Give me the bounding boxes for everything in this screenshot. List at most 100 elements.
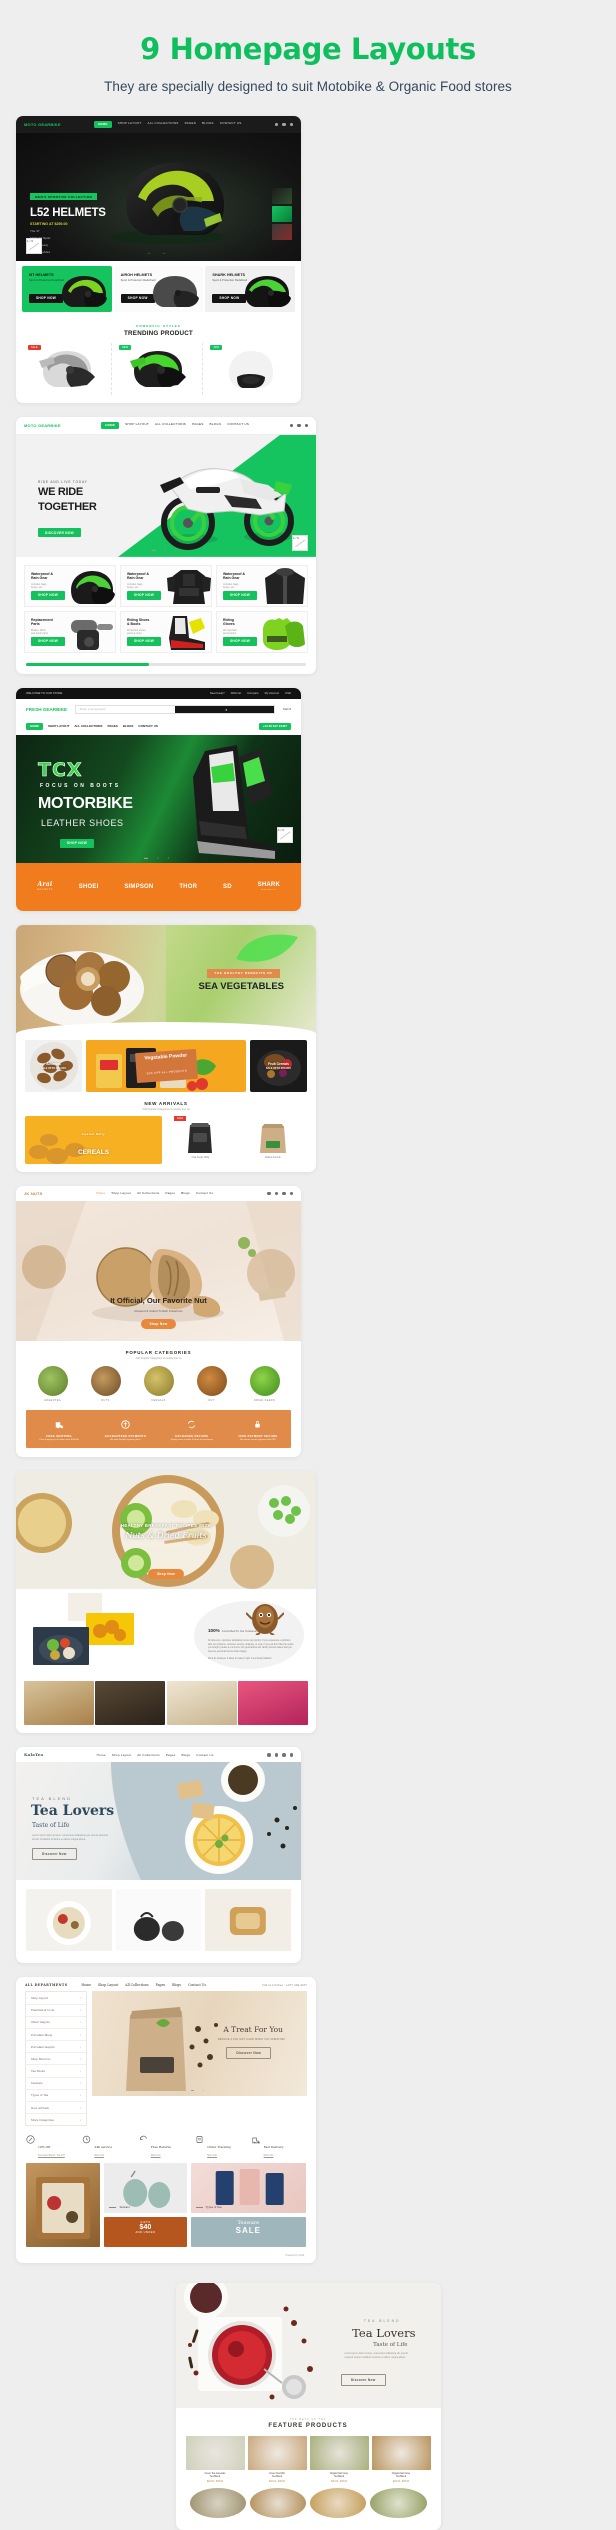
- nav-item-pages[interactable]: Pages: [156, 1983, 165, 1987]
- category-item[interactable]: GREENTEA: [28, 1365, 77, 1402]
- thumbnail-2[interactable]: [272, 205, 292, 222]
- tile-teaware[interactable]: Teaware: [104, 2162, 187, 2213]
- search-button[interactable]: ⌕: [174, 705, 274, 713]
- nav-item-contact-us[interactable]: CONTACT US: [220, 121, 242, 128]
- brand-card[interactable]: AIROH HELMETS Sport & Protection Redefin…: [113, 265, 204, 312]
- promo-card-fruit-cereals[interactable]: Fruit Cereals SALE UP TO 30% OFF: [250, 1039, 307, 1092]
- nav-item-blogs[interactable]: Blogs: [181, 1191, 190, 1195]
- gallery-image-1[interactable]: [26, 1889, 112, 1952]
- nav-item-all-collections[interactable]: ALL COLLECTIONS: [147, 121, 178, 128]
- brand-logo-shark[interactable]: SHARK HELMETS: [258, 882, 280, 891]
- sidebar-item[interactable]: Shop Must Go ›: [26, 2053, 86, 2066]
- arrival-card[interactable]: Walnut Kernels: [239, 1116, 308, 1164]
- category-card[interactable]: Riding Gloves All important accessories …: [216, 610, 308, 653]
- cart-icon[interactable]: [297, 423, 301, 428]
- thumbnail-1[interactable]: [272, 187, 292, 204]
- service-item[interactable]: Order Tracking More Info: [195, 2135, 249, 2157]
- topbar-my-account[interactable]: My Account: [265, 691, 279, 695]
- brand-logo-shoei[interactable]: SHOEI: [79, 884, 99, 890]
- nav-item-shop-layout[interactable]: Shop Layout: [98, 1983, 118, 1987]
- category-card[interactable]: Waterproof & Rain Gear Includes bags, bo…: [24, 564, 116, 607]
- shop-now-button[interactable]: SHOP NOW: [127, 636, 162, 646]
- layout-preview-8[interactable]: ALL DEPARTMENTS Home Shop Layout All Col…: [16, 1977, 316, 2263]
- nav-item-shop-layout[interactable]: Shop Layout: [112, 1753, 132, 1757]
- nav-item-pages[interactable]: PAGES: [185, 121, 196, 128]
- nav-item-all-collections[interactable]: ALL COLLECTIONS: [74, 724, 102, 728]
- brand-logo-sd[interactable]: SD: [223, 884, 232, 890]
- brand-card[interactable]: SHARK HELMETS Sport & Protection Redefin…: [205, 265, 296, 312]
- nav-item-all-collections[interactable]: All Collections: [125, 1983, 148, 1987]
- nav-item-all-collections[interactable]: All Collections: [137, 1191, 159, 1195]
- shop-now-button[interactable]: SHOP NOW: [31, 590, 66, 600]
- sidebar-item[interactable]: Featured & tools ›: [26, 2005, 86, 2017]
- gallery-image-2[interactable]: [95, 1681, 166, 1726]
- topbar-wishlist[interactable]: Wish list: [231, 691, 241, 695]
- nav-item-contact-us[interactable]: Contact Us: [188, 1983, 206, 1987]
- topbar-need-help[interactable]: Need Help?: [210, 691, 225, 695]
- nav-item-contact-us[interactable]: Contact Us: [196, 1753, 213, 1757]
- search-icon[interactable]: [274, 122, 278, 127]
- nav-item-home[interactable]: HOME: [93, 120, 112, 128]
- gallery-image-1[interactable]: [24, 1681, 94, 1726]
- shop-now-button[interactable]: SHOP NOW: [127, 590, 162, 600]
- product-card[interactable]: Organic Earl Grey Tea Blend $22.00 - $45…: [371, 2435, 431, 2483]
- layout-preview-6[interactable]: HEALTHY BREAKFAST RECIPES WITH Nuts & Dr…: [16, 1471, 316, 1734]
- layout-preview-4[interactable]: THE HEALTHY BENEFITS OF SEA VEGETABLES A…: [16, 924, 316, 1172]
- discover-now-button[interactable]: Discover Now: [32, 1848, 77, 1861]
- nav-item-blogs[interactable]: Blogs: [172, 1983, 181, 1987]
- nav-item-contact-us[interactable]: Contact Us: [196, 1191, 213, 1195]
- heart-icon[interactable]: [282, 1191, 286, 1196]
- product-card[interactable]: -30%: [206, 343, 293, 395]
- nav-item-home[interactable]: HOME: [101, 421, 120, 429]
- layout-preview-9[interactable]: TEA BLEND Tea Lovers Taste of Life Lorem…: [175, 2282, 441, 2530]
- brand-logo-arai[interactable]: Arai HELMETS: [37, 882, 53, 891]
- nav-item-blogs[interactable]: BLOGS: [210, 422, 222, 429]
- scroll-progress[interactable]: [26, 662, 306, 666]
- discover-now-button[interactable]: Discover Now: [340, 2373, 386, 2386]
- nav-item-shop-layout[interactable]: Shop Layout: [111, 1191, 131, 1195]
- product-card[interactable]: Green Tea Lavender Tea Blend $22.00 - $4…: [185, 2435, 245, 2483]
- sidebar-item[interactable]: Shop Layout ›: [26, 1992, 86, 2005]
- tile-gift-box[interactable]: [26, 2162, 101, 2247]
- category-item[interactable]: NUT: [187, 1365, 236, 1402]
- nav-item-pages[interactable]: PAGES: [192, 422, 203, 429]
- user-icon[interactable]: [274, 1753, 278, 1757]
- sidebar-item[interactable]: More Categories ›: [26, 2114, 86, 2125]
- nav-item-all-collections[interactable]: ALL COLLECTIONS: [155, 422, 186, 429]
- search-icon[interactable]: [267, 1191, 271, 1196]
- product-card[interactable]: Organic Earl Grey Tea Blend $22.00 - $45…: [309, 2435, 369, 2483]
- search-input[interactable]: Enter your keyword... ⌕: [75, 704, 275, 714]
- category-item[interactable]: DRIED SEEDS: [240, 1365, 289, 1402]
- tile-gift-promo[interactable]: GIFTS $40 AND UNDER: [104, 2216, 187, 2247]
- sidebar-item[interactable]: Other teapots ›: [26, 2017, 86, 2029]
- nav-item-home[interactable]: HOME: [26, 722, 43, 730]
- product-thumb-2[interactable]: [249, 2487, 306, 2518]
- product-card[interactable]: SALE: [24, 342, 112, 395]
- sidebar-item[interactable]: New Arrivals ›: [26, 2102, 86, 2115]
- shop-now-button[interactable]: Shop Now: [148, 1569, 184, 1580]
- nav-item-pages[interactable]: PAGES: [107, 724, 117, 728]
- category-item[interactable]: NUTS: [81, 1365, 130, 1402]
- sidebar-item[interactable]: Porcelain teapots ›: [26, 2041, 86, 2054]
- arrival-card[interactable]: SALE Chia Seeds 200g: [166, 1115, 235, 1164]
- cart-icon[interactable]: [282, 122, 286, 127]
- cart-icon[interactable]: [289, 1191, 293, 1196]
- carousel-dots[interactable]: ▬ • •: [144, 855, 173, 860]
- nav-item-contact-us[interactable]: CONTACT US: [227, 422, 249, 429]
- brand-logo-thor[interactable]: THOR: [179, 884, 197, 890]
- category-item[interactable]: CEREALS: [134, 1365, 183, 1402]
- carousel-arrows[interactable]: ← →: [147, 250, 170, 256]
- product-card[interactable]: NEW: [115, 342, 203, 395]
- nav-item-shop-layout[interactable]: SHOP LAYOUT: [48, 724, 69, 728]
- service-item[interactable]: Free Returns More Info: [139, 2135, 193, 2157]
- nav-item-pages[interactable]: Pages: [165, 1191, 175, 1195]
- service-item[interactable]: Fast Delivery More Info: [252, 2135, 306, 2157]
- sidebar-item[interactable]: Porcelain Mugs ›: [26, 2029, 86, 2042]
- search-icon[interactable]: [289, 423, 293, 428]
- search-icon[interactable]: [267, 1753, 271, 1757]
- category-card[interactable]: Riding Shoes & Boots Protective shoes, p…: [120, 610, 212, 653]
- nav-item-shop-layout[interactable]: SHOP LAYOUT: [125, 422, 149, 429]
- sidebar-item[interactable]: Teaware ›: [26, 2078, 86, 2090]
- brand-card[interactable]: MT HELMETS Sport & Protection Redefined …: [22, 265, 112, 312]
- product-thumb-4[interactable]: [370, 2487, 427, 2518]
